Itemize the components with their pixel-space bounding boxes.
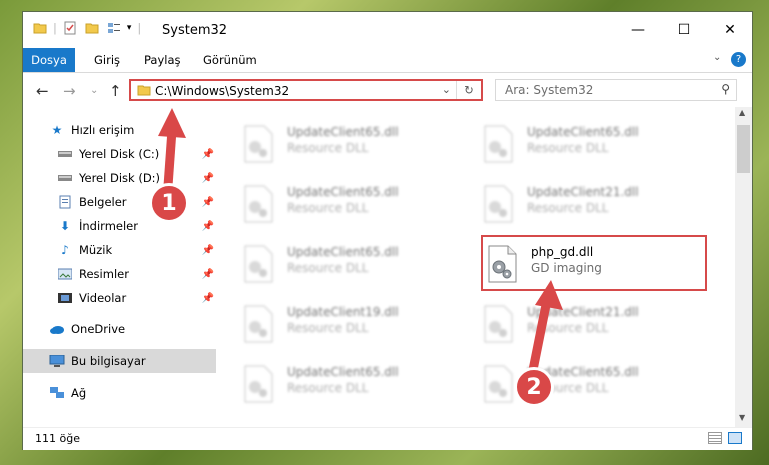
annotation-arrows: [158, 108, 563, 376]
callout-badge-1: 1: [149, 183, 189, 223]
callout-badge-2: 2: [514, 367, 554, 407]
